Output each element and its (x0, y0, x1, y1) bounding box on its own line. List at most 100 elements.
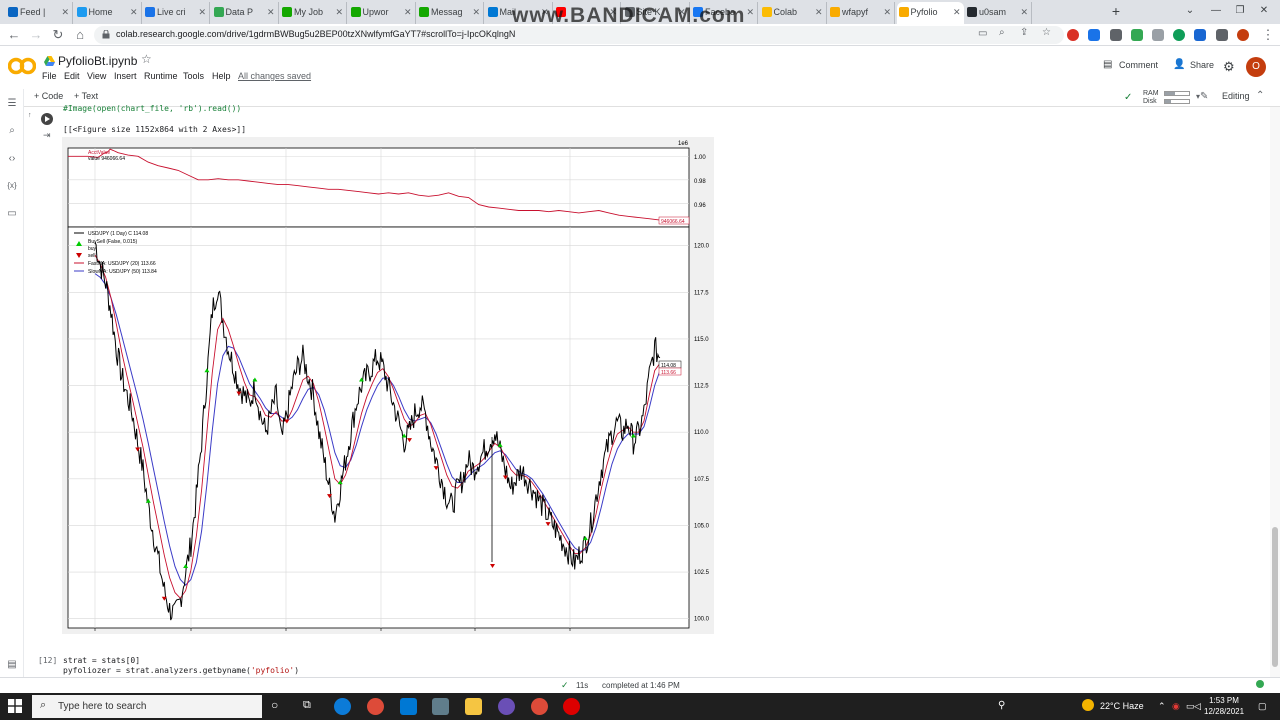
vertical-scrollbar[interactable] (1270, 107, 1280, 677)
bookmark-star-icon[interactable]: ☆ (1042, 27, 1051, 38)
task-view-icon[interactable]: ⧉ (303, 699, 311, 712)
tab-close-icon[interactable]: ✕ (953, 2, 961, 22)
comment-button[interactable]: Comment (1119, 60, 1158, 70)
star-icon[interactable]: ☆ (141, 52, 152, 66)
browser-tab[interactable]: Messag ✕ (417, 2, 484, 24)
extension-red-icon[interactable] (1067, 29, 1079, 41)
tab-close-icon[interactable]: ✕ (61, 2, 69, 22)
menu-insert[interactable]: Insert (114, 71, 137, 81)
new-tab-button[interactable]: + (1108, 2, 1124, 22)
taskbar-search-box[interactable]: ⌕ Type here to search (32, 695, 262, 718)
forward-arrow-icon[interactable]: → (28, 27, 44, 43)
tab-close-icon[interactable]: ✕ (815, 2, 823, 22)
home-icon[interactable]: ⌂ (72, 27, 88, 43)
app-icon[interactable] (432, 698, 449, 715)
pencil-icon: ✎ (1200, 91, 1209, 102)
avatar[interactable]: O (1246, 57, 1266, 77)
cast-icon[interactable]: ▭ (978, 28, 987, 39)
browser-tab[interactable]: Feed | ✕ (6, 2, 73, 24)
menu-view[interactable]: View (87, 71, 106, 81)
share-button[interactable]: Share (1190, 60, 1214, 70)
zoom-icon[interactable]: ⌕ (999, 27, 1005, 38)
cortana-icon[interactable]: ○ (271, 698, 278, 712)
tab-close-icon[interactable]: ✕ (198, 2, 206, 22)
record-icon[interactable]: ◉ (1172, 701, 1180, 712)
run-cell-button[interactable] (41, 113, 53, 125)
minimize-chevron-icon[interactable]: ⌄ (1178, 2, 1202, 22)
edge-icon[interactable] (334, 698, 351, 715)
search-icon[interactable]: ⌕ (5, 124, 19, 138)
extensions-puzzle-icon[interactable] (1216, 29, 1228, 41)
reload-icon[interactable]: ↻ (50, 27, 66, 43)
output-icon[interactable]: ⇥ (43, 130, 51, 141)
save-status-link[interactable]: All changes saved (238, 71, 311, 81)
browser-tab[interactable]: Colab ✕ (760, 2, 827, 24)
tab-close-icon[interactable]: ✕ (335, 2, 343, 22)
menu-edit[interactable]: Edit (64, 71, 80, 81)
windows-start-icon[interactable] (8, 699, 22, 713)
extension-green-icon[interactable] (1131, 29, 1143, 41)
tab-close-icon[interactable]: ✕ (746, 2, 754, 22)
scrollbar-thumb[interactable] (1272, 527, 1278, 667)
notebook-title[interactable]: PyfolioBt.ipynb (58, 54, 137, 68)
chrome-icon[interactable] (367, 698, 384, 715)
browser-tab[interactable]: Live cri ✕ (143, 2, 210, 24)
notifications-icon[interactable]: ▢ (1258, 701, 1267, 712)
back-arrow-icon[interactable]: ← (6, 27, 22, 43)
menu-tools[interactable]: Tools (183, 71, 204, 81)
ram-disk-indicator[interactable]: ✓ RAM Disk ▾ (1124, 89, 1210, 107)
bandicam-icon[interactable] (563, 698, 580, 715)
browser-tab[interactable]: My Job ✕ (280, 2, 347, 24)
tray-chevron-icon[interactable]: ⌃ (1158, 701, 1166, 712)
browser-tab[interactable]: Data P ✕ (212, 2, 279, 24)
volume-icon[interactable]: ◁ (1194, 701, 1201, 712)
browser-tab[interactable]: Upwor ✕ (349, 2, 416, 24)
tab-close-icon[interactable]: ✕ (1020, 2, 1028, 22)
chrome-active-icon[interactable] (531, 698, 548, 715)
tab-close-icon[interactable]: ✕ (267, 2, 275, 22)
tab-close-icon[interactable]: ✕ (130, 2, 138, 22)
share-page-icon[interactable]: ⇪ (1020, 27, 1028, 38)
tab-close-icon[interactable]: ✕ (883, 2, 891, 22)
restore-window-button[interactable]: ❐ (1228, 2, 1252, 22)
weather-text[interactable]: 22°C Haze (1100, 701, 1144, 711)
collapse-chevron-icon[interactable]: ⌃ (1256, 90, 1264, 101)
left-rail: ☰ ⌕ ‹› {x} ▭ ▤ (0, 89, 24, 677)
close-window-button[interactable]: ✕ (1252, 2, 1276, 22)
settings-gear-icon[interactable]: ⚙ (1223, 59, 1235, 75)
browser-menu-icon[interactable]: ⋮ (1260, 27, 1276, 43)
browser-tab[interactable]: u0sam ✕ (965, 2, 1032, 24)
minimize-window-button[interactable]: — (1204, 2, 1228, 22)
editing-mode-button[interactable]: Editing (1222, 91, 1250, 101)
file-explorer-icon[interactable] (465, 698, 482, 715)
store-icon[interactable] (400, 698, 417, 715)
browser-tab[interactable]: wfapyf ✕ (828, 2, 895, 24)
taskbar-clock[interactable]: 1:53 PM 12/28/2021 (1204, 695, 1244, 717)
add-text-button[interactable]: + Text (74, 91, 98, 101)
command-palette-icon[interactable]: ▤ (5, 658, 19, 672)
colab-logo[interactable] (8, 57, 36, 75)
url-field[interactable]: colab.research.google.com/drive/1gdrmBWB… (94, 26, 1064, 44)
files-folder-icon[interactable]: ▭ (5, 207, 19, 221)
google-drive-icon[interactable] (44, 56, 55, 66)
extension-blue-icon[interactable] (1088, 29, 1100, 41)
code-snippets-icon[interactable]: ‹› (5, 152, 19, 166)
menu-help[interactable]: Help (212, 71, 231, 81)
people-icon[interactable]: ⚲ (998, 700, 1005, 711)
profile-icon[interactable] (1237, 29, 1249, 41)
extension-globe-icon[interactable] (1152, 29, 1164, 41)
table-of-contents-icon[interactable]: ☰ (5, 97, 19, 111)
browser-tab[interactable]: Home ✕ (75, 2, 142, 24)
tab-close-icon[interactable]: ✕ (472, 2, 480, 22)
add-code-button[interactable]: + Code (34, 91, 63, 101)
extension-grammar-icon[interactable] (1173, 29, 1185, 41)
variables-icon[interactable]: {x} (5, 179, 19, 193)
app-icon[interactable] (498, 698, 515, 715)
tab-close-icon[interactable]: ✕ (404, 2, 412, 22)
menu-runtime[interactable]: Runtime (144, 71, 178, 81)
browser-tab[interactable]: Pyfolio ✕ (896, 2, 964, 24)
extension-cut-icon[interactable] (1110, 29, 1122, 41)
menu-file[interactable]: File (42, 71, 57, 81)
disk-usage-bar (1164, 99, 1190, 104)
extension-update-icon[interactable] (1194, 29, 1206, 41)
